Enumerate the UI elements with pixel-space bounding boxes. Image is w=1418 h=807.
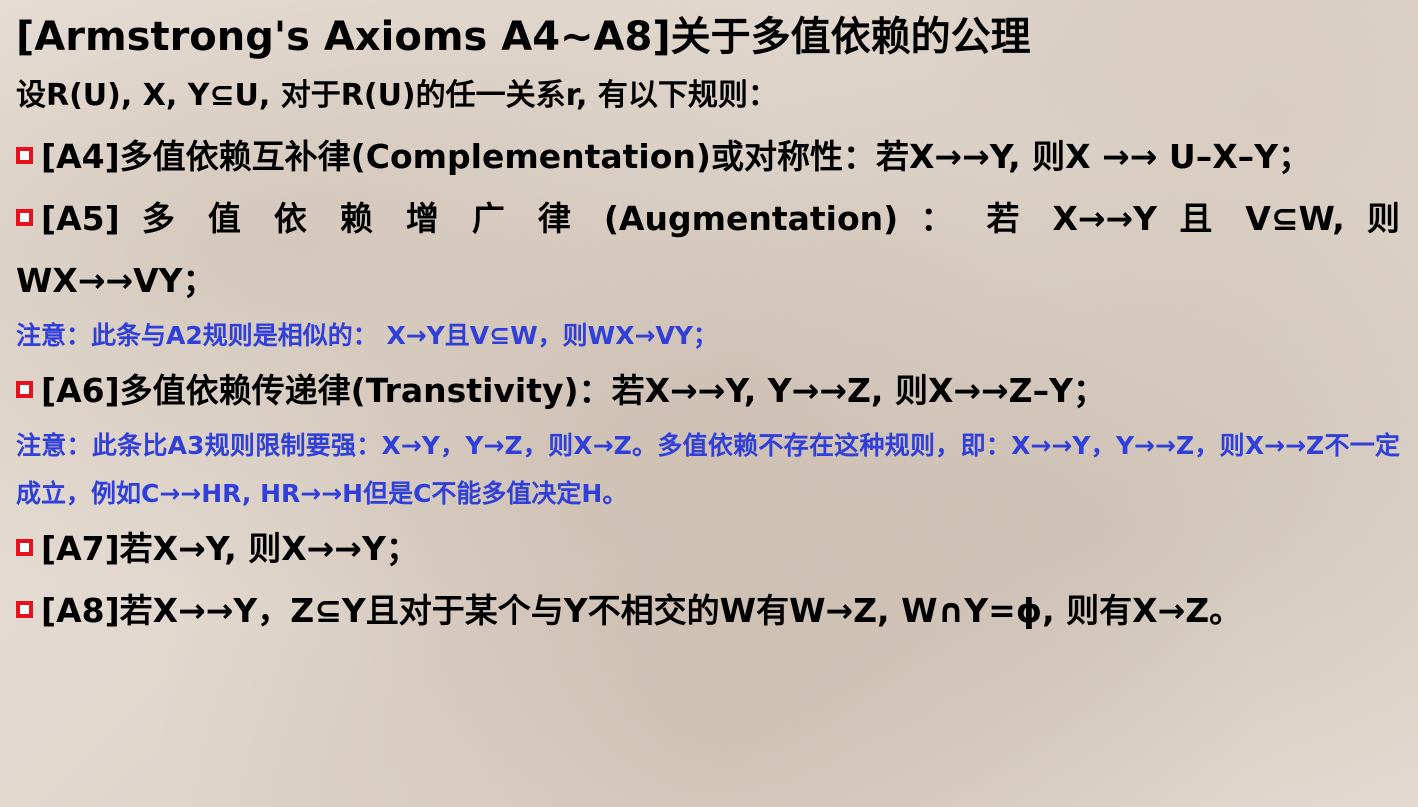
rule-a6: [A6]多值依赖传递律(Transtivity)：若X→→Y, Y→→Z, 则X… (16, 360, 1400, 422)
rule-a7: [A7]若X→Y, 则X→→Y； (16, 518, 1400, 580)
rule-a5: [A5] 多 值 依 赖 增 广 律 (Augmentation) ： 若 X→… (16, 188, 1400, 312)
rule-a8: [A8]若X→→Y，Z⊆Y且对于某个与Y不相交的W有W→Z, W∩Y=ϕ, 则有… (16, 580, 1400, 642)
slide-title: [Armstrong's Axioms A4~A8]关于多值依赖的公理 (16, 14, 1031, 60)
red-square-bullet-icon (16, 147, 33, 164)
intro-text: 设R(U), X, Y⊆U, 对于R(U)的任一关系r, 有以下规则： (16, 78, 778, 113)
red-square-bullet-icon (16, 209, 33, 226)
rule-a6-text: [A6]多值依赖传递律(Transtivity)：若X→→Y, Y→→Z, 则X… (41, 371, 1107, 410)
red-square-bullet-icon (16, 381, 33, 398)
rule-a4-text: [A4]多值依赖互补律(Complementation)或对称性：若X→→Y, … (41, 137, 1312, 176)
red-square-bullet-icon (16, 601, 33, 618)
red-square-bullet-icon (16, 539, 33, 556)
rule-a7-text: [A7]若X→Y, 则X→→Y； (41, 529, 419, 568)
rule-a5-line1-text: [A5] 多 值 依 赖 增 广 律 (Augmentation) ： 若 X→… (41, 199, 1400, 238)
note-a6: 注意：此条比A3规则限制要强：X→Y，Y→Z，则X→Z。多值依赖不存在这种规则，… (16, 431, 1400, 508)
rule-a5-line2-text: WX→→VY； (16, 261, 216, 300)
rule-a5-line1: [A5] 多 值 依 赖 增 广 律 (Augmentation) ： 若 X→… (16, 188, 1400, 250)
rule-a4: [A4]多值依赖互补律(Complementation)或对称性：若X→→Y, … (16, 126, 1400, 188)
note-a5: 注意：此条与A2规则是相似的： X→Y且V⊆W，则WX→VY； (16, 321, 718, 350)
rule-a8-text: [A8]若X→→Y，Z⊆Y且对于某个与Y不相交的W有W→Z, W∩Y=ϕ, 则有… (41, 591, 1243, 630)
slide-content: [Armstrong's Axioms A4~A8]关于多值依赖的公理 设R(U… (16, 8, 1400, 642)
